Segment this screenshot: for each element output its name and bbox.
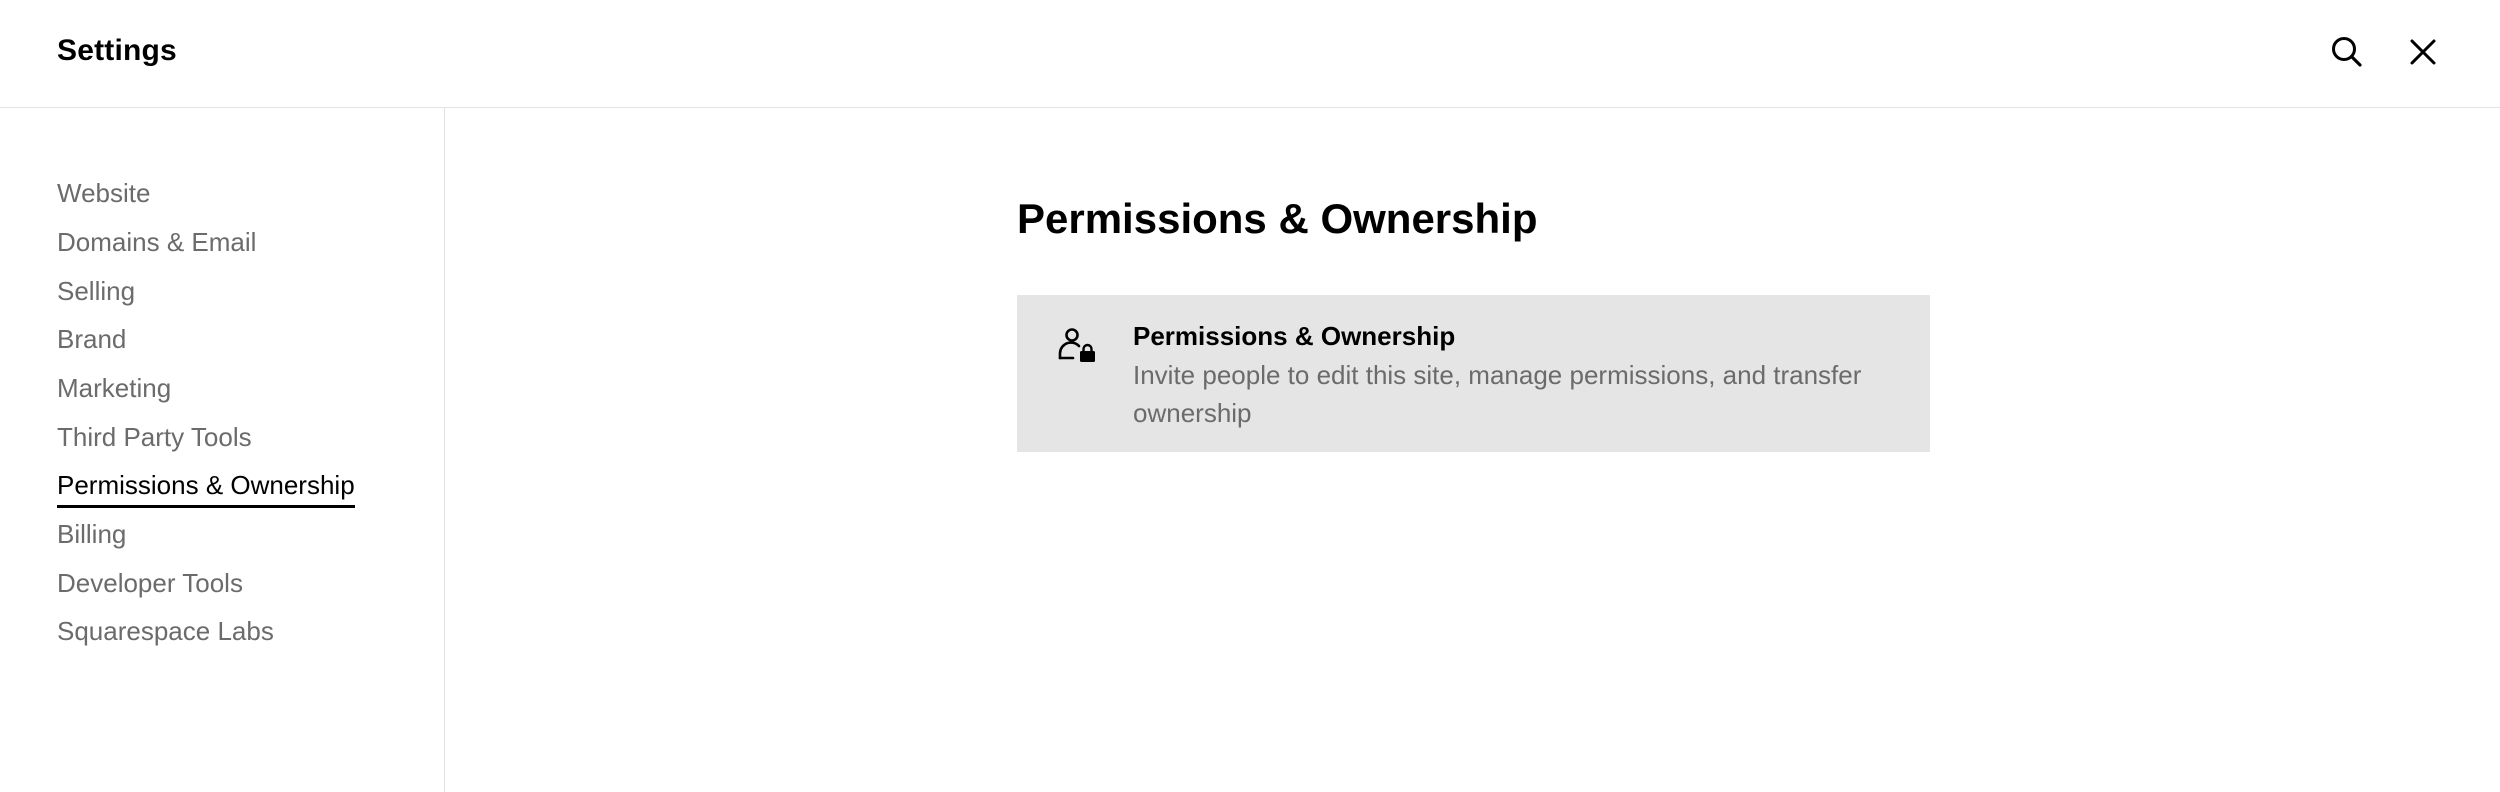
- header-bar: Settings: [0, 0, 2500, 108]
- sidebar-item-squarespace-labs[interactable]: Squarespace Labs: [57, 614, 274, 648]
- search-icon: [2332, 37, 2362, 67]
- sidebar-item-selling[interactable]: Selling: [57, 274, 135, 308]
- card-title: Permissions & Ownership: [1133, 321, 1456, 351]
- section-title: Permissions & Ownership: [1017, 195, 1538, 242]
- close-button[interactable]: [2398, 27, 2448, 77]
- search-button[interactable]: [2322, 27, 2372, 77]
- sidebar-item-third-party-tools[interactable]: Third Party Tools: [57, 420, 252, 454]
- page-title: Settings: [57, 34, 177, 67]
- sidebar-item-developer-tools[interactable]: Developer Tools: [57, 566, 243, 600]
- user-lock-icon: [1058, 328, 1095, 362]
- card-description: Invite people to edit this site, manage …: [1133, 360, 1862, 428]
- close-icon: [2410, 39, 2436, 65]
- sidebar-item-website[interactable]: Website: [57, 176, 150, 210]
- permissions-ownership-card[interactable]: Permissions & Ownership Invite people to…: [1017, 295, 1930, 452]
- sidebar-item-domains-email[interactable]: Domains & Email: [57, 225, 256, 259]
- sidebar-item-brand[interactable]: Brand: [57, 322, 126, 356]
- sidebar-item-permissions-ownership[interactable]: Permissions & Ownership: [57, 468, 355, 508]
- sidebar-item-marketing[interactable]: Marketing: [57, 371, 171, 405]
- settings-sidebar: Website Domains & Email Selling Brand Ma…: [0, 108, 445, 792]
- sidebar-item-billing[interactable]: Billing: [57, 517, 126, 551]
